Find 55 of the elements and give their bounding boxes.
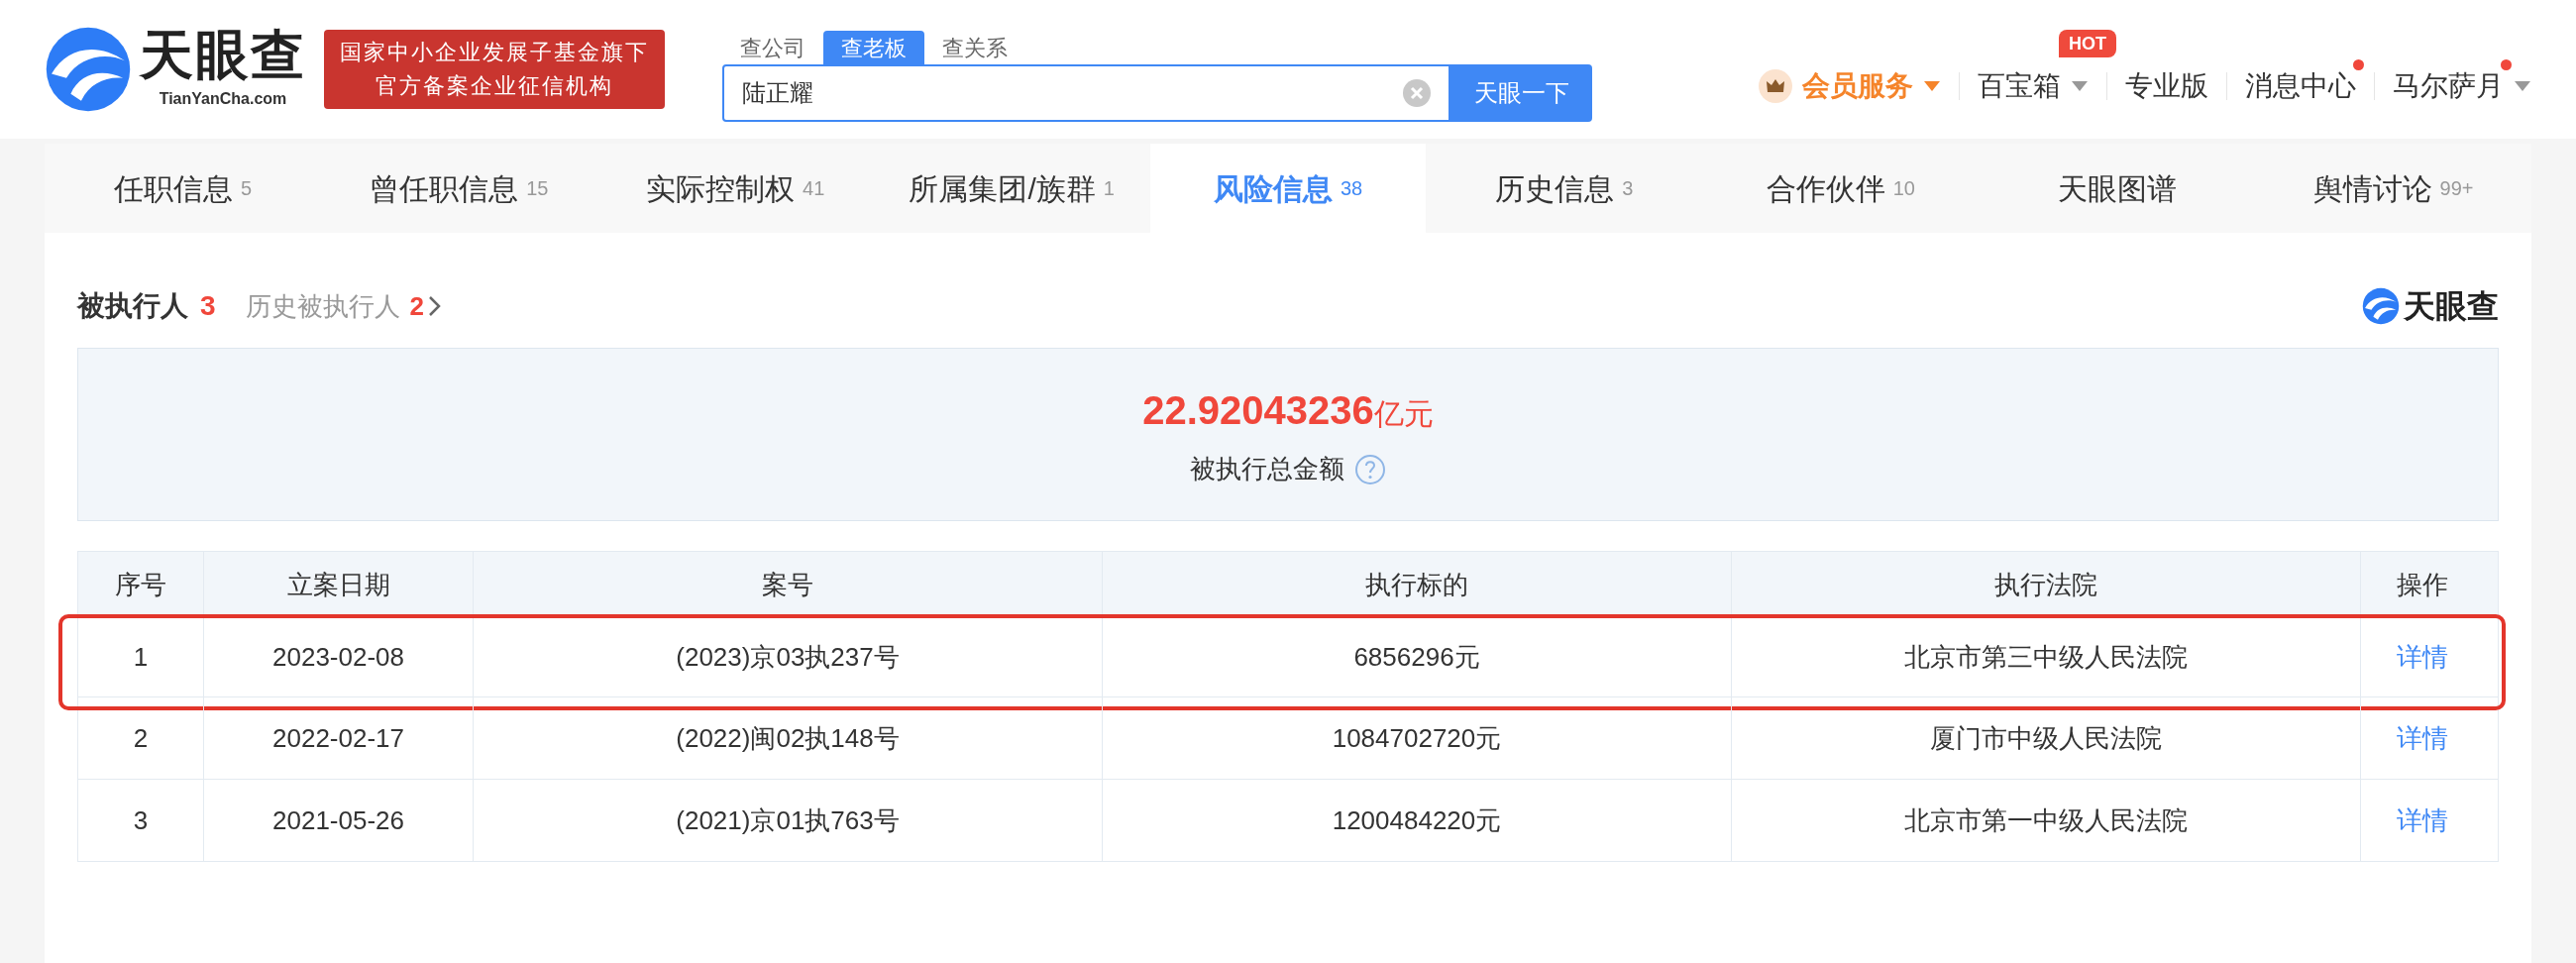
logo-domain: TianYanCha.com — [159, 89, 287, 109]
chevron-right-icon[interactable] — [428, 295, 443, 317]
history-count: 2 — [409, 289, 425, 323]
help-icon[interactable] — [1354, 453, 1386, 485]
tab[interactable]: 历史信息 3 — [1426, 144, 1703, 233]
search-tab[interactable]: 查关系 — [924, 31, 1025, 64]
tab[interactable]: 风险信息 38 — [1149, 144, 1427, 233]
tab[interactable]: 实际控制权 41 — [596, 144, 874, 233]
badge-text: 官方备案企业征信机构 — [376, 72, 613, 100]
hot-tag: HOT — [2059, 30, 2116, 57]
nav-link[interactable]: 消息中心 — [2245, 65, 2356, 107]
amount-label: 被执行总金额 — [1190, 453, 1344, 485]
table-cell: 1084702720元 — [1102, 697, 1731, 779]
column-header: 执行法院 — [1731, 552, 2360, 617]
table-cell-text: 1 — [132, 641, 150, 674]
search-tab[interactable]: 查公司 — [722, 31, 823, 64]
column-header: 操作 — [2360, 552, 2484, 617]
crown-icon — [1759, 69, 1792, 103]
nav-link[interactable]: 专业版 — [2125, 65, 2208, 107]
column-header: 执行标的 — [1102, 552, 1731, 617]
logo-name: 天眼查 — [140, 28, 306, 81]
tab[interactable]: 所属集团/族群 1 — [873, 144, 1150, 233]
section-title: 被执行人 — [77, 289, 188, 323]
table-cell: 2021-05-26 — [203, 780, 473, 861]
tab[interactable]: 天眼图谱 — [1979, 144, 2256, 233]
table-cell: 1200484220元 — [1102, 780, 1731, 861]
tab[interactable]: 合作伙伴 10 — [1702, 144, 1980, 233]
table-cell: (2022)闽02执148号 — [473, 697, 1102, 779]
column-header: 案号 — [473, 552, 1102, 617]
logo-icon — [45, 26, 132, 113]
nav-link[interactable]: 百宝箱 — [1978, 65, 2061, 107]
search-field[interactable]: 陆正耀 — [722, 64, 1450, 122]
table-cell: 北京市第三中级人民法院 — [1731, 618, 2360, 696]
table-cell-text: 3 — [132, 803, 150, 837]
tab[interactable]: 舆情讨论 99+ — [2255, 144, 2531, 233]
table-cell: 6856296元 — [1102, 618, 1731, 696]
table-cell: (2021)京01执763号 — [473, 780, 1102, 861]
column-header: 序号 — [114, 568, 167, 601]
table-cell: 2023-02-08 — [203, 618, 473, 696]
nav-link[interactable]: 马尔萨月 — [2393, 65, 2504, 107]
table-cell: 厦门市中级人民法院 — [1731, 697, 2360, 779]
table-cell-text: 2 — [132, 721, 150, 755]
brand-logo-icon — [2362, 287, 2400, 325]
badge-text: 国家中小企业发展子基金旗下 — [340, 39, 649, 66]
table-cell: 北京市第一中级人民法院 — [1731, 780, 2360, 861]
tab[interactable]: 任职信息 5 — [45, 144, 321, 233]
section-count: 3 — [200, 289, 216, 323]
amount-unit: 亿元 — [1373, 397, 1434, 432]
tab[interactable]: 曾任职信息 15 — [320, 144, 597, 233]
total-amount: 22.92043236 — [1142, 387, 1374, 434]
table-cell: (2023)京03执237号 — [473, 618, 1102, 696]
clear-icon[interactable] — [1403, 79, 1431, 107]
column-header: 立案日期 — [203, 552, 473, 617]
table-cell: 2022-02-17 — [203, 697, 473, 779]
brand-name: 天眼查 — [2404, 287, 2499, 326]
